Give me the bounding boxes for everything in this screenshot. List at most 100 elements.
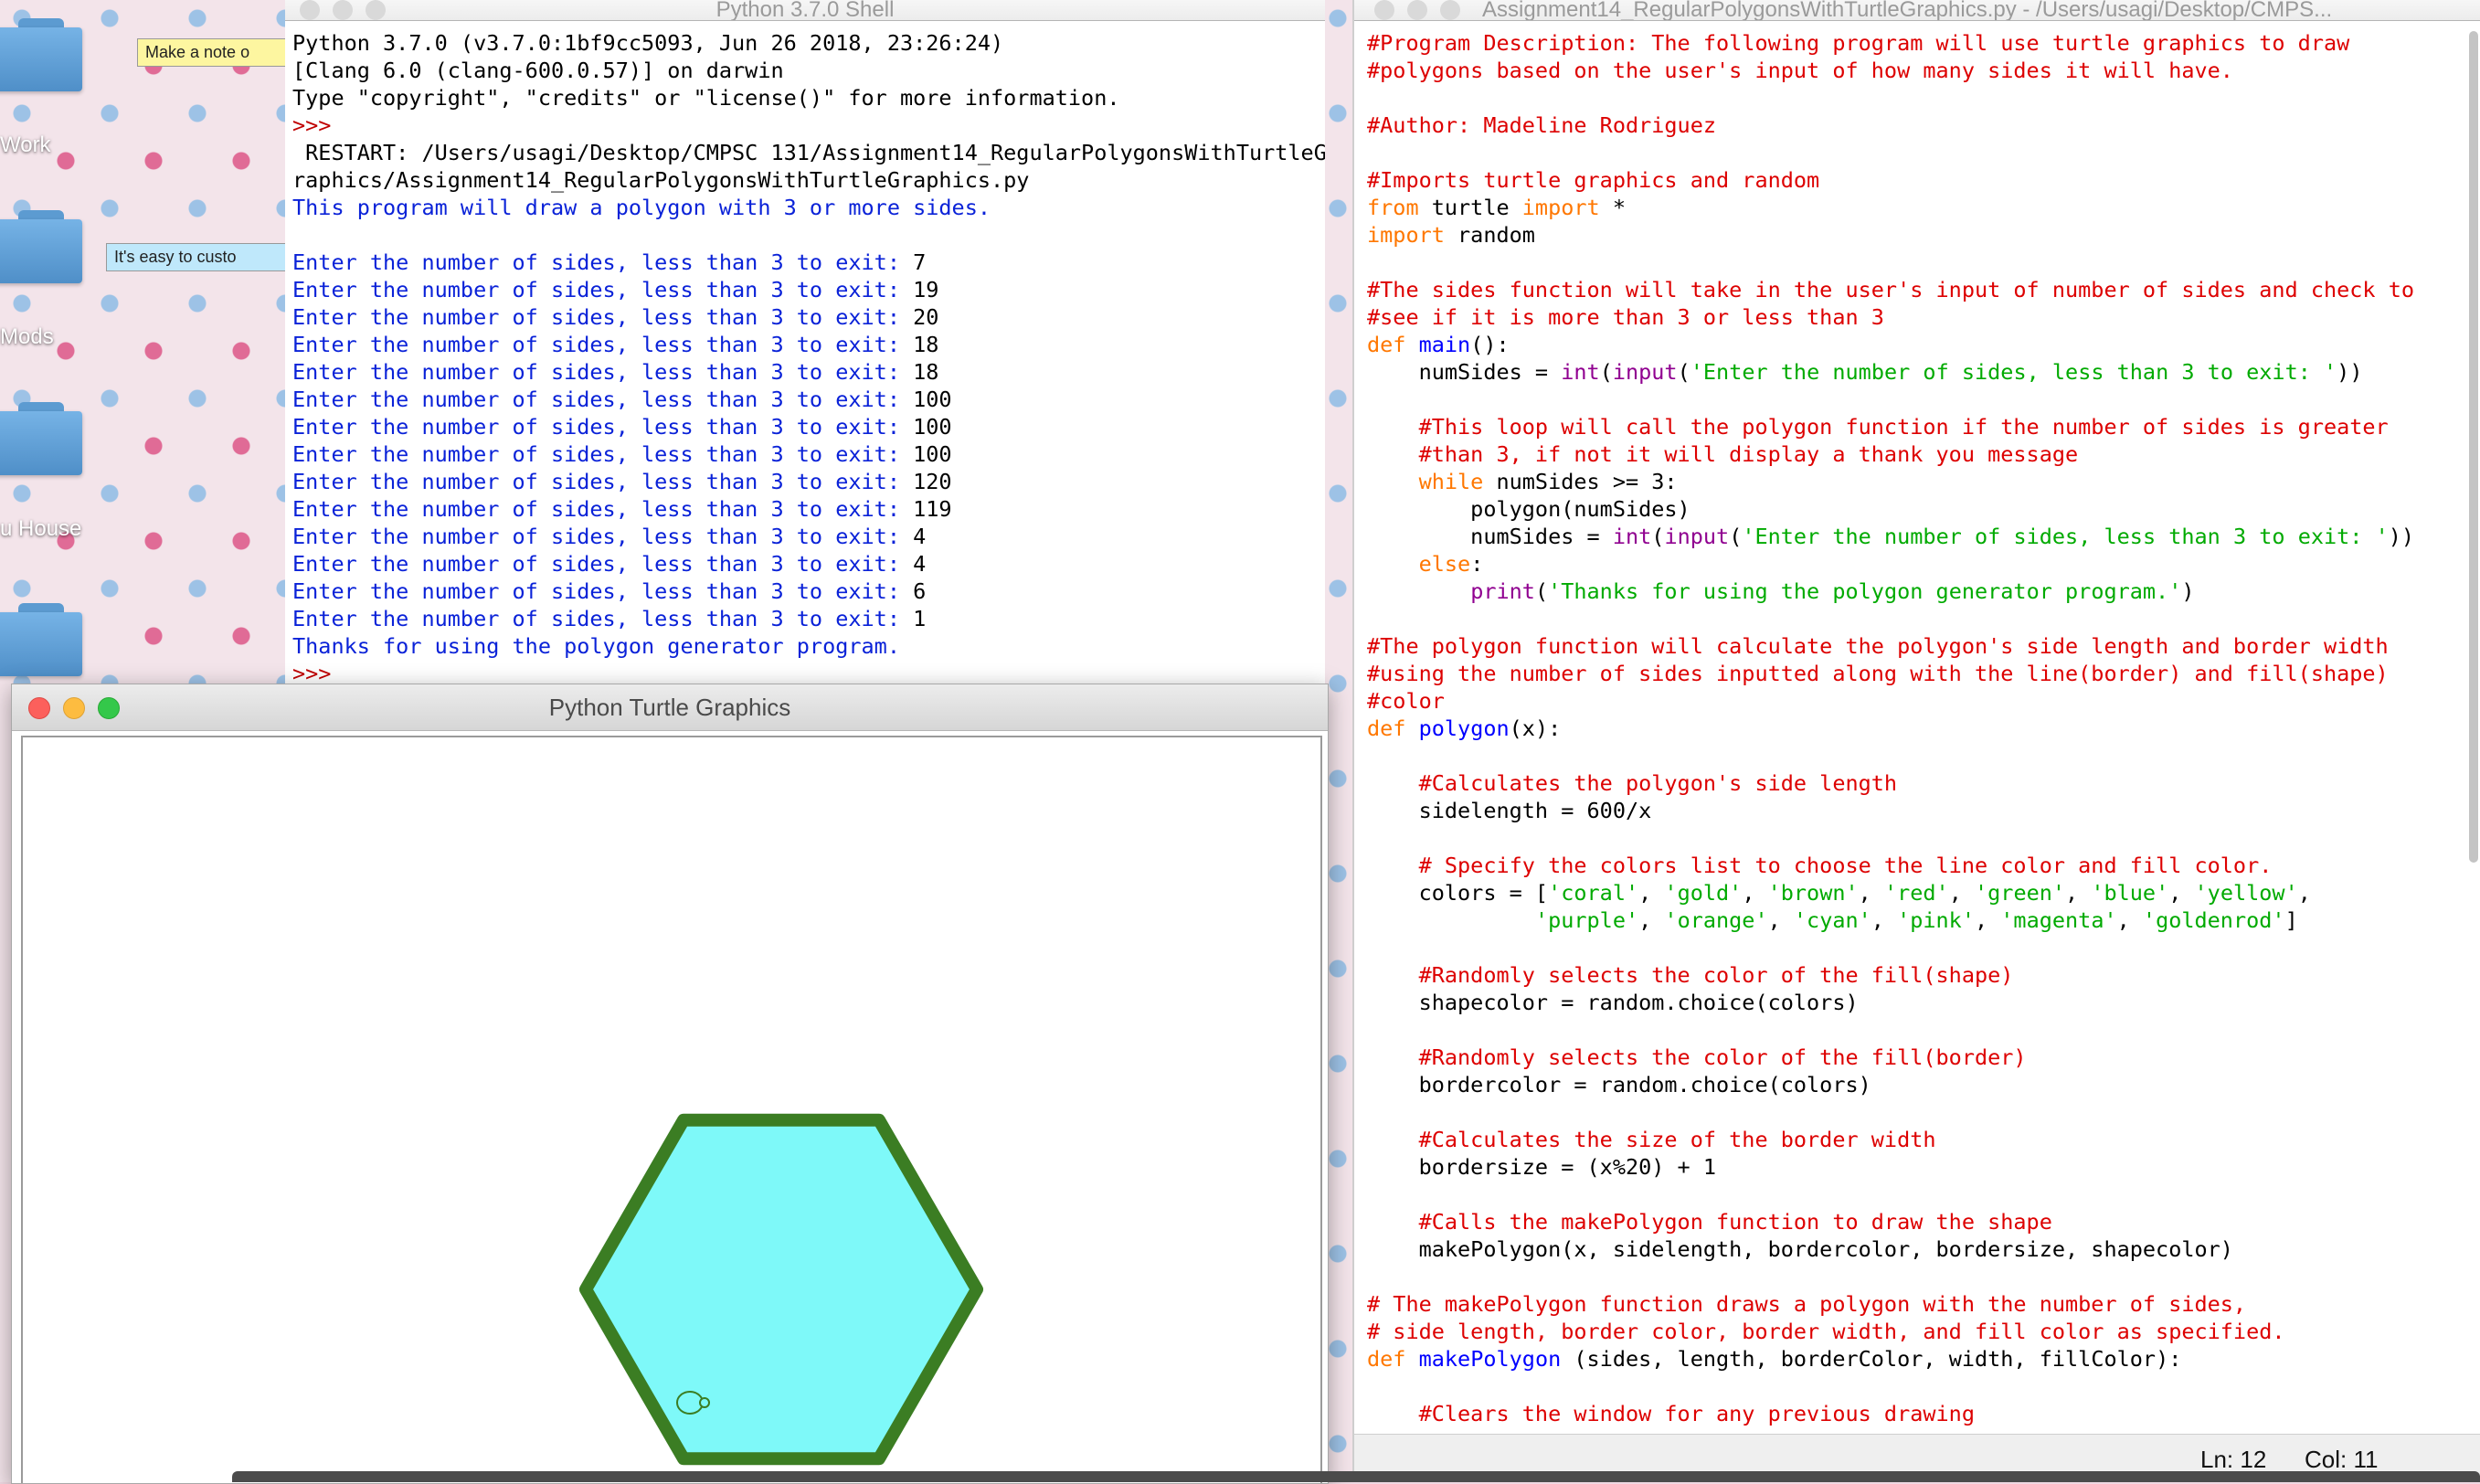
code-token: ,: [2065, 880, 2092, 906]
code-token: ,: [1638, 880, 1665, 906]
code-token: polygon(numSides): [1367, 496, 1690, 522]
code-token: bordersize = (x%20) + 1: [1367, 1154, 1717, 1180]
code-token: while: [1418, 469, 1484, 494]
shell-prompt-text: Enter the number of sides, less than 3 t…: [292, 524, 914, 549]
code-token: 'blue': [2091, 880, 2169, 906]
editor-titlebar[interactable]: Assignment14_RegularPolygonsWithTurtleGr…: [1354, 0, 2480, 21]
code-token: #polygons based on the user's input of h…: [1367, 58, 2233, 83]
shell-line: Enter the number of sides, less than 3 t…: [292, 550, 1325, 578]
code-line: # The makePolygon function draws a polyg…: [1367, 1290, 2414, 1318]
code-token: #than 3, if not it will display a thank …: [1367, 441, 2079, 467]
code-token: print: [1470, 578, 1535, 604]
code-token: ): [2181, 578, 2195, 604]
code-token: 'orange': [1664, 907, 1768, 933]
shell-titlebar[interactable]: Python 3.7.0 Shell: [285, 0, 1325, 21]
turtle-drawing: [579, 1113, 983, 1466]
zoom-icon[interactable]: [1440, 0, 1460, 20]
code-token: ,: [2168, 880, 2195, 906]
shell-line: Enter the number of sides, less than 3 t…: [292, 331, 1325, 358]
editor-scrollbar[interactable]: [2469, 31, 2478, 863]
turtle-titlebar[interactable]: Python Turtle Graphics: [12, 684, 1328, 731]
shell-input-value: 119: [913, 496, 952, 522]
shell-line: Python 3.7.0 (v3.7.0:1bf9cc5093, Jun 26 …: [292, 29, 1325, 57]
code-token: ,: [1948, 880, 1975, 906]
shell-output[interactable]: Python 3.7.0 (v3.7.0:1bf9cc5093, Jun 26 …: [292, 29, 1325, 687]
code-token: (: [1651, 524, 1665, 549]
turtle-window[interactable]: Python Turtle Graphics: [11, 684, 1329, 1484]
minimize-icon[interactable]: [63, 697, 85, 719]
code-token: numSides >= 3:: [1483, 469, 1678, 494]
code-token: ():: [1470, 332, 1510, 357]
code-token: (sides, length, borderColor, width, fill…: [1561, 1346, 2182, 1372]
folder-icon[interactable]: [0, 603, 82, 676]
code-token: #Clears the window for any previous draw…: [1367, 1401, 1975, 1426]
zoom-icon[interactable]: [366, 0, 386, 20]
shell-input-value: 6: [913, 578, 927, 604]
code-token: #using the number of sides inputted alon…: [1367, 661, 2389, 686]
code-token: #see if it is more than 3 or less than 3: [1367, 304, 1884, 330]
close-icon[interactable]: [28, 697, 50, 719]
code-token: ,: [1871, 907, 1898, 933]
folder-label[interactable]: Work: [0, 132, 51, 158]
code-line: bordersize = (x%20) + 1: [1367, 1153, 2414, 1181]
sticky-note[interactable]: It's easy to custo: [106, 243, 302, 271]
shell-prompt-text: Enter the number of sides, less than 3 t…: [292, 277, 914, 302]
code-token: #Program Description: The following prog…: [1367, 30, 2350, 56]
code-token: else: [1418, 551, 1471, 577]
shell-line: >>>: [292, 111, 1325, 139]
shell-input-value: 7: [913, 249, 927, 275]
code-line: #color: [1367, 687, 2414, 715]
shell-line: raphics/Assignment14_RegularPolygonsWith…: [292, 166, 1325, 194]
folder-icon[interactable]: [0, 18, 82, 91]
code-token: # side length, border color, border widt…: [1367, 1319, 2285, 1344]
zoom-icon[interactable]: [98, 697, 120, 719]
shell-line: Enter the number of sides, less than 3 t…: [292, 249, 1325, 276]
code-line: bordercolor = random.choice(colors): [1367, 1071, 2414, 1098]
folder-icon[interactable]: [0, 210, 82, 283]
code-line: #polygons based on the user's input of h…: [1367, 57, 2414, 84]
code-token: 'pink': [1897, 907, 1975, 933]
minimize-icon[interactable]: [1407, 0, 1427, 20]
code-line: #Clears the window for any previous draw…: [1367, 1400, 2414, 1427]
status-line: Ln: 12: [2200, 1446, 2267, 1473]
shell-input-value: 4: [913, 524, 927, 549]
folder-label[interactable]: Mods: [0, 324, 54, 350]
code-token: ]: [2284, 907, 2298, 933]
code-token: 'red': [1883, 880, 1949, 906]
code-line: def polygon(x):: [1367, 715, 2414, 742]
code-line: numSides = int(input('Enter the number o…: [1367, 358, 2414, 386]
turtle-canvas[interactable]: [21, 736, 1322, 1483]
code-token: 'purple': [1534, 907, 1639, 933]
folder-icon[interactable]: [0, 402, 82, 475]
code-token: 'Enter the number of sides, less than 3 …: [1690, 359, 2337, 385]
shell-prompt-text: Enter the number of sides, less than 3 t…: [292, 469, 914, 494]
shell-input-value: 18: [913, 332, 939, 357]
shell-line: Enter the number of sides, less than 3 t…: [292, 523, 1325, 550]
code-token: ,: [2297, 880, 2311, 906]
editor-window[interactable]: Assignment14_RegularPolygonsWithTurtleGr…: [1352, 0, 2480, 1482]
code-editor[interactable]: #Program Description: The following prog…: [1367, 29, 2414, 1427]
sticky-note[interactable]: Make a note o: [137, 38, 300, 67]
code-token: ,: [1638, 907, 1665, 933]
code-line: import random: [1367, 221, 2414, 249]
code-token: main: [1418, 332, 1471, 357]
shell-text: >>>: [292, 112, 344, 138]
code-token: 'goldenrod': [2142, 907, 2285, 933]
close-icon[interactable]: [300, 0, 320, 20]
folder-label[interactable]: u House: [0, 516, 81, 542]
code-token: 'coral': [1548, 880, 1639, 906]
code-line: sidelength = 600/x: [1367, 797, 2414, 824]
code-line: shapecolor = random.choice(colors): [1367, 989, 2414, 1016]
minimize-icon[interactable]: [333, 0, 353, 20]
close-icon[interactable]: [1374, 0, 1394, 20]
code-token: def: [1367, 1346, 1406, 1372]
shell-line: RESTART: /Users/usagi/Desktop/CMPSC 131/…: [292, 139, 1325, 166]
shell-window[interactable]: Python 3.7.0 Shell Python 3.7.0 (v3.7.0:…: [285, 0, 1325, 694]
shell-line: Type "copyright", "credits" or "license(…: [292, 84, 1325, 111]
